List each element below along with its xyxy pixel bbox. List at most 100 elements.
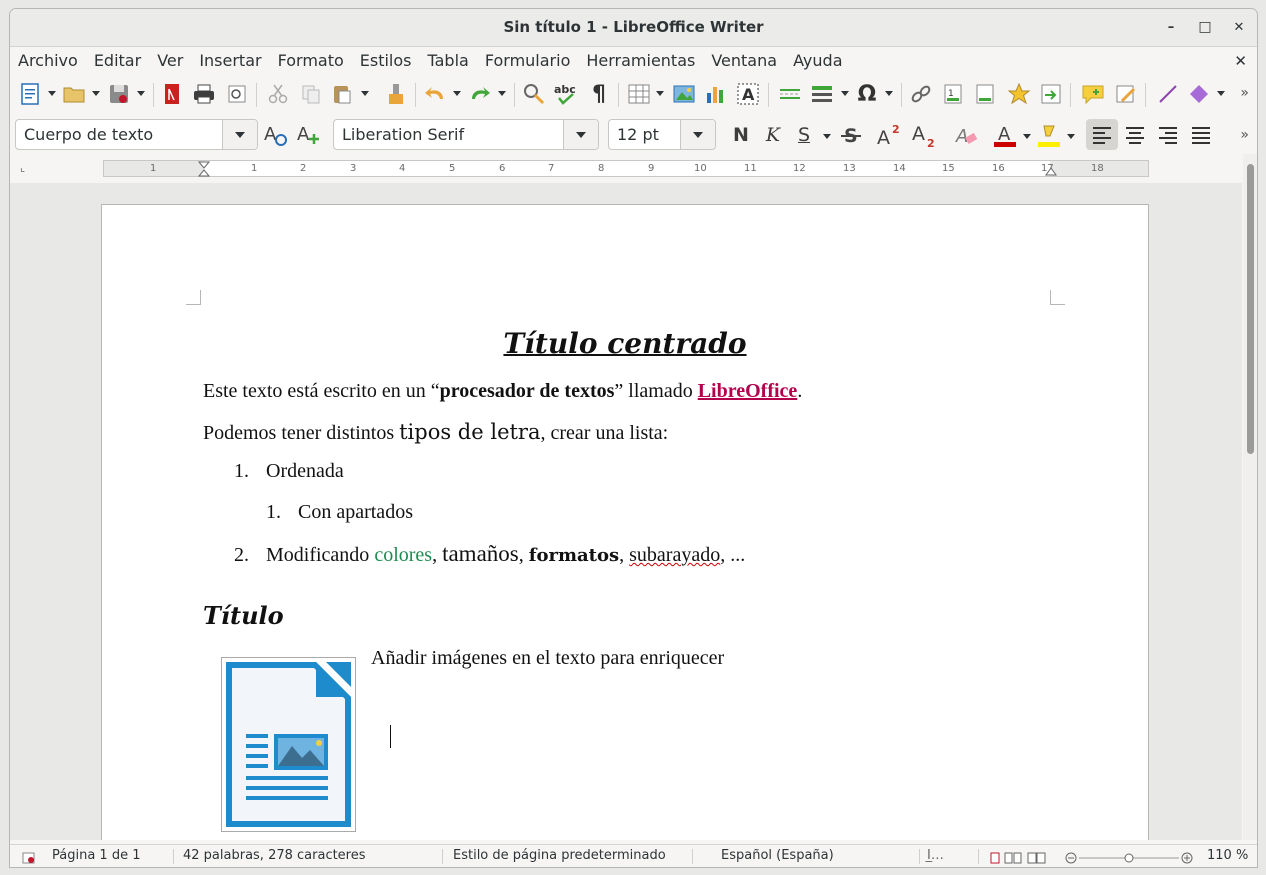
ruler-number: 6 — [499, 163, 506, 174]
save-icon[interactable] — [105, 77, 133, 111]
special-character-icon[interactable]: Ω — [853, 77, 881, 111]
menu-editar[interactable]: Editar — [86, 47, 149, 74]
menu-archivo[interactable]: Archivo — [10, 47, 86, 74]
misspelled-text: subarayado — [629, 544, 721, 566]
horizontal-ruler[interactable]: 1 1 2 3 4 5 6 7 8 9 10 11 12 13 14 15 16… — [103, 160, 1149, 177]
subscript-icon[interactable]: A2 — [910, 119, 940, 150]
menu-herramientas[interactable]: Herramientas — [578, 47, 703, 74]
align-center-icon[interactable] — [1120, 119, 1150, 150]
menu-formato[interactable]: Formato — [270, 47, 352, 74]
new-document-icon[interactable] — [16, 77, 44, 111]
copy-icon[interactable] — [297, 77, 325, 111]
justify-icon[interactable] — [1186, 119, 1216, 150]
libreoffice-writer-logo-image[interactable] — [221, 657, 356, 832]
align-right-icon[interactable] — [1153, 119, 1183, 150]
margin-corner — [1050, 290, 1065, 305]
font-color-icon[interactable]: A — [990, 119, 1020, 150]
insert-mode-icon[interactable]: I̲… — [927, 845, 944, 867]
paragraph-style-dropdown[interactable] — [222, 120, 257, 149]
text-run: Modificando — [266, 544, 375, 566]
font-size-dropdown[interactable] — [680, 120, 715, 149]
menu-bar: Archivo Editar Ver Insertar Formato Estilos Ta… — [10, 47, 1257, 74]
view-layout-icons[interactable] — [990, 850, 1050, 867]
vertical-scrollbar[interactable] — [1243, 154, 1257, 840]
text-run: ” llamado — [614, 380, 698, 402]
cross-reference-icon[interactable] — [1037, 77, 1065, 111]
insert-image-icon[interactable] — [670, 77, 698, 111]
redo-icon[interactable] — [466, 77, 494, 111]
track-changes-icon[interactable] — [1112, 77, 1140, 111]
line-icon[interactable] — [1154, 77, 1182, 111]
page-count[interactable]: Página 1 de 1 — [52, 845, 140, 867]
document-title: Título centrado — [503, 327, 747, 360]
bookmark-icon[interactable] — [1005, 77, 1033, 111]
menu-insertar[interactable]: Insertar — [191, 47, 269, 74]
scrollbar-thumb[interactable] — [1247, 164, 1254, 454]
list-item-con-apartados: Con apartados — [298, 501, 413, 523]
clone-formatting-icon[interactable] — [382, 77, 410, 111]
find-replace-icon[interactable] — [520, 77, 548, 111]
strikethrough-icon[interactable]: S — [836, 119, 866, 150]
page-break-icon[interactable] — [776, 77, 804, 111]
highlight-color-icon[interactable] — [1034, 119, 1064, 150]
insert-chart-icon[interactable] — [702, 77, 730, 111]
align-left-icon[interactable] — [1086, 119, 1118, 150]
clear-formatting-icon[interactable]: A — [951, 119, 981, 150]
image-caption-text: Añadir imágenes en el texto para enrique… — [371, 647, 725, 669]
document-modified-icon[interactable] — [22, 850, 36, 867]
menu-tabla[interactable]: Tabla — [420, 47, 477, 74]
menu-estilos[interactable]: Estilos — [352, 47, 420, 74]
footnote-icon[interactable]: 1 — [939, 77, 967, 111]
new-style-icon[interactable]: A — [294, 119, 324, 150]
paragraph-style-combo[interactable]: Cuerpo de texto — [15, 119, 258, 150]
language-status[interactable]: Español (España) — [721, 845, 834, 867]
close-document-button[interactable]: ✕ — [1234, 52, 1247, 70]
export-pdf-icon[interactable] — [158, 77, 186, 111]
print-preview-icon[interactable] — [223, 77, 251, 111]
undo-icon[interactable] — [421, 77, 449, 111]
comment-icon[interactable] — [1079, 77, 1107, 111]
hyperlink-icon[interactable] — [907, 77, 935, 111]
maximize-button[interactable]: □ — [1191, 9, 1219, 46]
menu-formulario[interactable]: Formulario — [477, 47, 579, 74]
formatting-marks-icon[interactable]: ¶ — [585, 77, 613, 111]
paste-icon[interactable] — [328, 77, 356, 111]
svg-text:A: A — [877, 127, 890, 148]
indent-marker-right[interactable] — [1045, 166, 1057, 176]
ruler-number: 7 — [548, 163, 555, 174]
indent-marker-left[interactable] — [198, 161, 210, 177]
cut-icon[interactable] — [264, 77, 292, 111]
formatting-overflow-button[interactable]: » — [1240, 127, 1249, 143]
zoom-level[interactable]: 110 % — [1207, 845, 1248, 867]
superscript-icon[interactable]: A2 — [875, 119, 905, 150]
header-footer-icon[interactable] — [971, 77, 999, 111]
bold-button[interactable]: N — [726, 119, 756, 150]
print-icon[interactable] — [190, 77, 218, 111]
toolbar-overflow-button[interactable]: » — [1240, 85, 1249, 101]
update-style-icon[interactable]: A — [261, 119, 291, 150]
insert-table-icon[interactable] — [625, 77, 653, 111]
libreoffice-link[interactable]: LibreOffice — [698, 380, 798, 402]
menu-ventana[interactable]: Ventana — [703, 47, 785, 74]
close-window-button[interactable]: ✕ — [1225, 9, 1253, 46]
minimize-button[interactable]: – — [1157, 9, 1185, 46]
document-page[interactable]: Título centrado Este texto está escrito … — [101, 204, 1149, 840]
basic-shapes-icon[interactable] — [1185, 77, 1213, 111]
italic-button[interactable]: K — [758, 119, 788, 150]
spelling-icon[interactable]: abc — [552, 77, 580, 111]
zoom-slider[interactable] — [1065, 850, 1193, 867]
font-name-combo[interactable]: Liberation Serif — [333, 119, 599, 150]
insert-textbox-icon[interactable]: A — [734, 77, 762, 111]
open-folder-icon[interactable] — [60, 77, 88, 111]
ruler-number: 11 — [744, 163, 757, 174]
tab-stop-selector[interactable]: ⌞ — [20, 161, 25, 174]
font-name-dropdown[interactable] — [563, 120, 598, 149]
ruler-number: 1 — [251, 163, 258, 174]
insert-field-icon[interactable] — [808, 77, 836, 111]
underline-button[interactable]: S — [789, 119, 819, 150]
word-count[interactable]: 42 palabras, 278 caracteres — [183, 845, 366, 867]
menu-ver[interactable]: Ver — [149, 47, 191, 74]
font-size-combo[interactable]: 12 pt — [608, 119, 716, 150]
page-style-status[interactable]: Estilo de página predeterminado — [453, 845, 666, 867]
menu-ayuda[interactable]: Ayuda — [785, 47, 850, 74]
